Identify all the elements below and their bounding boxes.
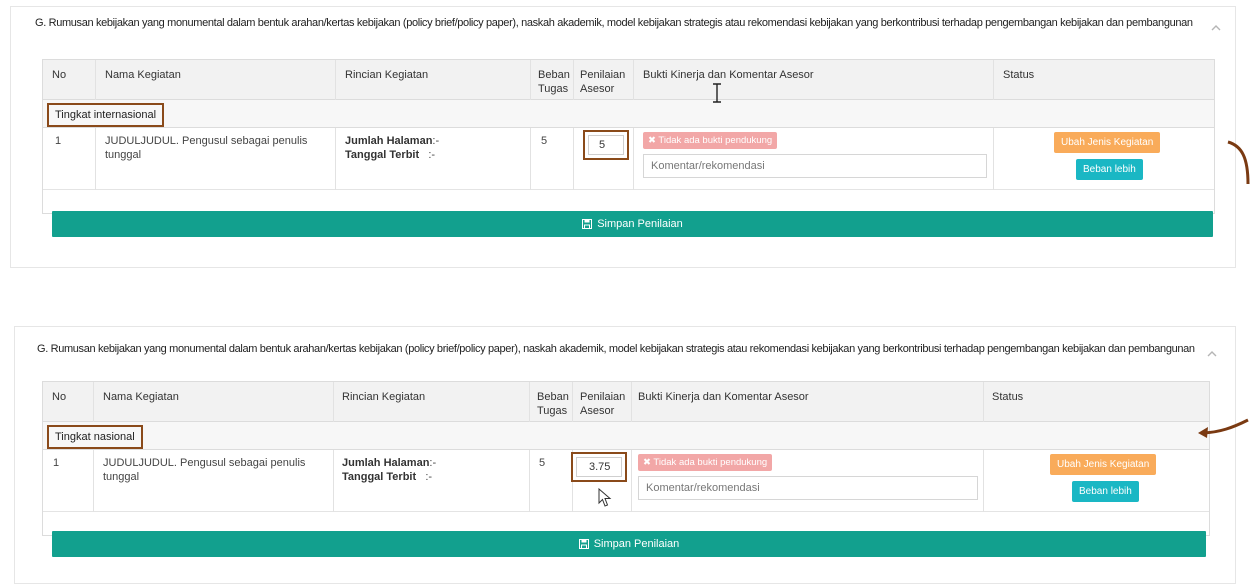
row-no: 1 xyxy=(55,135,62,147)
no-evidence-badge: ✖ Tidak ada bukti pendukung xyxy=(638,454,773,471)
group-row: Tingkat internasional xyxy=(43,100,1214,128)
table-row: 1 JUDULJUDUL. Pengusul sebagai penulis tu… xyxy=(43,128,1214,190)
section-panel-international: G. Rumusan kebijakan yang monumental dal… xyxy=(10,6,1236,268)
ubah-jenis-kegiatan-button[interactable]: Ubah Jenis Kegiatan xyxy=(1054,132,1161,153)
row-rincian-jumlah: Jumlah Halaman:- xyxy=(345,135,440,147)
assessment-table: No Nama Kegiatan Rincian Kegiatan Beban T… xyxy=(42,381,1210,536)
header-rincian: Rincian Kegiatan xyxy=(342,391,426,403)
group-label-nasional: Tingkat nasional xyxy=(47,425,143,449)
group-label-internasional: Tingkat internasional xyxy=(47,103,165,127)
group-row: Tingkat nasional xyxy=(43,422,1209,450)
score-input[interactable] xyxy=(588,135,624,155)
comment-input[interactable] xyxy=(638,476,978,500)
simpan-penilaian-button[interactable]: Simpan Penilaian xyxy=(52,211,1213,237)
arrow-icon xyxy=(1196,418,1250,445)
table-header: No Nama Kegiatan Rincian Kegiatan Beban T… xyxy=(43,60,1214,100)
ubah-jenis-kegiatan-button[interactable]: Ubah Jenis Kegiatan xyxy=(1050,454,1157,475)
header-bukti: Bukti Kinerja dan Komentar Asesor xyxy=(638,391,809,403)
score-highlight xyxy=(583,130,629,160)
table-row: 1 JUDULJUDUL. Pengusul sebagai penulis tu… xyxy=(43,450,1209,512)
row-no: 1 xyxy=(53,457,60,469)
header-rincian: Rincian Kegiatan xyxy=(345,69,429,81)
beban-lebih-button[interactable]: Beban lebih xyxy=(1072,481,1139,502)
header-bukti: Bukti Kinerja dan Komentar Asesor xyxy=(643,69,814,81)
header-no: No xyxy=(52,69,67,81)
mouse-pointer-icon xyxy=(598,487,612,511)
header-nama: Nama Kegiatan xyxy=(105,69,181,81)
arrow-icon xyxy=(1226,140,1251,193)
header-beban: Beban Tugas xyxy=(538,69,570,95)
row-beban-tugas: 5 xyxy=(541,135,548,147)
section-panel-national: G. Rumusan kebijakan yang monumental dal… xyxy=(14,326,1236,584)
table-header: No Nama Kegiatan Rincian Kegiatan Beban T… xyxy=(43,382,1209,422)
save-label: Simpan Penilaian xyxy=(593,538,680,550)
no-evidence-badge: ✖ Tidak ada bukti pendukung xyxy=(643,132,778,149)
header-no: No xyxy=(52,391,67,403)
row-rincian-tanggal: Tanggal Terbit :- xyxy=(345,149,436,161)
header-status: Status xyxy=(1003,69,1035,81)
save-icon xyxy=(582,219,593,229)
save-label: Simpan Penilaian xyxy=(597,218,683,230)
header-nama: Nama Kegiatan xyxy=(103,391,179,403)
save-icon xyxy=(578,539,589,549)
score-input[interactable] xyxy=(576,457,622,477)
row-rincian-jumlah: Jumlah Halaman:- xyxy=(342,457,437,469)
text-cursor-icon xyxy=(711,83,723,106)
header-status: Status xyxy=(992,391,1024,403)
assessment-table: No Nama Kegiatan Rincian Kegiatan Beban T… xyxy=(42,59,1215,214)
row-beban-tugas: 5 xyxy=(539,457,546,469)
section-title: G. Rumusan kebijakan yang monumental dal… xyxy=(35,17,1193,29)
beban-lebih-button[interactable]: Beban lebih xyxy=(1076,159,1143,180)
row-rincian-tanggal: Tanggal Terbit :- xyxy=(342,471,433,483)
chevron-up-icon[interactable] xyxy=(1209,21,1223,35)
row-nama-kegiatan: JUDULJUDUL. Pengusul sebagai penulis tung… xyxy=(105,135,308,161)
header-beban: Beban Tugas xyxy=(537,391,569,417)
row-nama-kegiatan: JUDULJUDUL. Pengusul sebagai penulis tung… xyxy=(103,457,306,483)
simpan-penilaian-button[interactable]: Simpan Penilaian xyxy=(52,531,1206,557)
section-title: G. Rumusan kebijakan yang monumental dal… xyxy=(37,343,1195,355)
header-penilaian: Penilaian Asesor xyxy=(580,391,626,417)
score-highlight xyxy=(571,452,627,482)
comment-input[interactable] xyxy=(643,154,987,178)
chevron-up-icon[interactable] xyxy=(1205,347,1219,361)
header-penilaian: Penilaian Asesor xyxy=(580,69,626,95)
